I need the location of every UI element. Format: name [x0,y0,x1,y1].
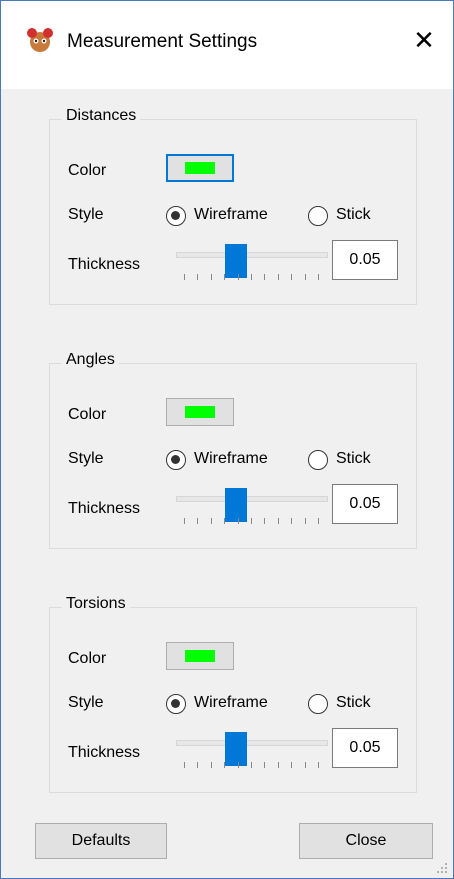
wireframe-radio[interactable] [166,206,186,226]
angles-group: Angles Color Style Wireframe Stick Thick… [49,351,417,549]
slider-tick [251,762,252,768]
color-label: Color [68,650,107,667]
slider-tick [264,762,266,768]
distances-group: Distances Color Style Wireframe Stick Th… [49,107,417,305]
close-icon[interactable]: ✕ [403,19,445,61]
group-title: Torsions [62,595,130,613]
thickness-slider[interactable] [176,488,328,532]
color-picker-button[interactable] [166,398,234,426]
color-picker-button[interactable] [166,154,234,182]
slider-thumb[interactable] [225,732,247,766]
stick-radio-label[interactable]: Stick [336,450,371,468]
slider-tick [277,274,279,280]
slider-tick [237,762,239,768]
radio-selected-dot [171,699,180,708]
slider-tick [197,518,199,524]
slider-thumb[interactable] [225,244,247,278]
thickness-slider[interactable] [176,244,328,288]
style-label: Style [68,694,104,711]
stick-radio-label[interactable]: Stick [336,206,371,224]
slider-tick [237,274,239,280]
resize-grip-icon[interactable] [437,863,449,875]
wireframe-radio-label[interactable]: Wireframe [194,206,268,224]
torsions-group: Torsions Color Style Wireframe Stick Thi… [49,595,417,793]
radio-selected-dot [171,455,180,464]
slider-tick [304,274,306,280]
style-label: Style [68,206,104,223]
color-label: Color [68,162,107,179]
wireframe-radio-label[interactable]: Wireframe [194,694,268,712]
thickness-label: Thickness [68,500,141,517]
color-picker-button[interactable] [166,642,234,670]
slider-tick [264,518,266,524]
wireframe-radio[interactable] [166,694,186,714]
slider-tick [224,274,226,280]
defaults-button[interactable]: Defaults [35,823,167,859]
slider-tick [224,762,226,768]
slider-tick [210,518,212,524]
slider-tick [210,274,212,280]
style-label: Style [68,450,104,467]
slider-tick [197,274,199,280]
slider-tick [237,518,239,524]
slider-tick [251,274,252,280]
group-title: Distances [62,107,141,125]
slider-thumb[interactable] [225,488,247,522]
slider-tick [197,762,199,768]
slider-tick [291,762,293,768]
color-label: Color [68,406,107,423]
thickness-label: Thickness [68,256,141,273]
slider-tick [184,762,185,768]
title-bar[interactable]: Measurement Settings ✕ [1,1,453,89]
slider-tick [251,518,252,524]
slider-tick [184,274,185,280]
close-button[interactable]: Close [299,823,433,859]
slider-tick [210,762,212,768]
color-swatch [185,162,215,174]
thickness-label: Thickness [68,744,141,761]
slider-tick [318,762,319,768]
thickness-input[interactable] [332,728,398,768]
window-title: Measurement Settings [67,31,258,52]
slider-tick [184,518,185,524]
slider-track [176,252,328,258]
slider-tick [224,518,226,524]
slider-tick [318,518,319,524]
wireframe-radio[interactable] [166,450,186,470]
wireframe-radio-label[interactable]: Wireframe [194,450,268,468]
slider-tick [277,518,279,524]
thickness-input[interactable] [332,484,398,524]
stick-radio-label[interactable]: Stick [336,694,371,712]
slider-tick [304,518,306,524]
stick-radio[interactable] [308,694,328,714]
slider-tick [291,274,293,280]
group-title: Angles [62,351,119,369]
slider-tick [264,274,266,280]
color-swatch [185,650,215,662]
molecule-app-icon [27,28,53,52]
measurement-settings-window: Measurement Settings ✕ Distances Color S… [0,0,454,879]
stick-radio[interactable] [308,206,328,226]
slider-tick [277,762,279,768]
slider-tick [291,518,293,524]
radio-selected-dot [171,211,180,220]
slider-track [176,496,328,502]
color-swatch [185,406,215,418]
stick-radio[interactable] [308,450,328,470]
thickness-slider[interactable] [176,732,328,776]
slider-tick [318,274,319,280]
slider-track [176,740,328,746]
slider-tick [304,762,306,768]
thickness-input[interactable] [332,240,398,280]
